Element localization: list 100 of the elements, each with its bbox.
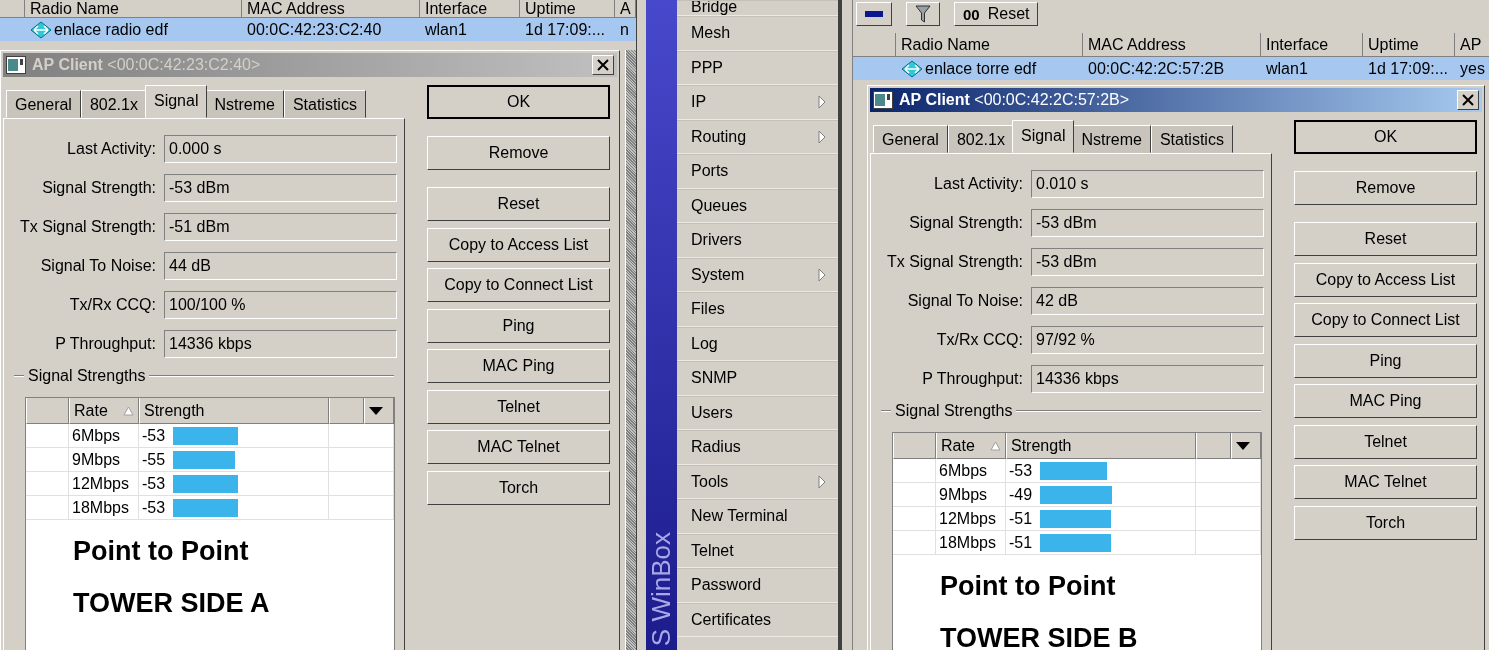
menu-item[interactable]: Log <box>677 326 838 361</box>
field-label: Signal Strength: <box>41 178 156 197</box>
annotation-text: Point to Point <box>940 570 1117 603</box>
tab[interactable]: Signal <box>1011 120 1075 153</box>
column-header[interactable] <box>26 398 69 424</box>
dialog-button[interactable]: MAC Telnet <box>427 430 610 464</box>
menu-item[interactable]: Mesh <box>677 16 838 51</box>
menu-item[interactable]: IP <box>677 85 838 120</box>
dialog-button[interactable]: Telnet <box>1294 424 1477 459</box>
scroll-bar[interactable] <box>625 50 636 650</box>
close-button[interactable] <box>1457 90 1479 110</box>
column-menu-button[interactable] <box>364 398 394 424</box>
value-field: 0.010 s <box>1031 169 1264 198</box>
menu-item[interactable]: Queues <box>677 188 838 223</box>
group-label: Signal Strengths <box>895 402 1013 420</box>
menu-item[interactable]: Telnet <box>677 533 838 568</box>
tab[interactable]: Nstreme <box>205 90 284 118</box>
filter-button[interactable] <box>906 2 940 26</box>
table-cell: -49 <box>1009 485 1033 504</box>
dialog-button[interactable]: MAC Telnet <box>1294 465 1477 499</box>
tab[interactable]: 802.1x <box>80 90 147 118</box>
menu-item[interactable]: Bridge <box>677 0 838 16</box>
column-header[interactable] <box>893 433 936 459</box>
menu-item[interactable]: System <box>677 257 838 292</box>
table-cell: 9Mbps <box>72 450 121 469</box>
menu-item[interactable]: Ports <box>677 154 838 189</box>
table-cell: -51 <box>1009 509 1033 528</box>
dialog-button[interactable]: Ping <box>1294 343 1477 378</box>
menu-item[interactable]: Routing <box>677 119 838 154</box>
dialog-button[interactable]: Reset <box>427 187 610 221</box>
dialog-button[interactable]: MAC Ping <box>1294 384 1477 418</box>
table-row[interactable]: enlace torre edf 00:0C:42:2C:57:2B wlan1 1d 17:09:... yes <box>853 57 1489 80</box>
dialog-button[interactable]: OK <box>427 85 610 119</box>
value-field: 100/100 % <box>164 290 397 319</box>
dialog-button[interactable]: Remove <box>427 136 610 170</box>
table-cell: 18Mbps <box>939 533 996 552</box>
dialog-button[interactable]: Copy to Connect List <box>427 268 610 302</box>
column-header[interactable]: Strength <box>139 398 329 424</box>
submenu-arrow-icon <box>818 129 826 144</box>
dialog-button[interactable]: Telnet <box>427 389 610 424</box>
table-cell-text: n <box>620 20 629 40</box>
tab[interactable]: Statistics <box>283 90 366 118</box>
tab[interactable]: 802.1x <box>947 125 1014 153</box>
splitter-bar[interactable] <box>840 0 853 650</box>
dialog-button[interactable]: Copy to Access List <box>1294 262 1477 297</box>
value-field: -53 dBm <box>164 173 397 202</box>
field-label: Tx Signal Strength: <box>885 252 1023 271</box>
field-label: Tx Signal Strength: <box>18 217 156 236</box>
menu-item[interactable]: Radius <box>677 430 838 465</box>
dialog-button[interactable]: Reset <box>1294 222 1477 256</box>
column-header[interactable]: Rate <box>69 398 139 424</box>
table-cell-text: enlace radio edf <box>54 20 168 40</box>
column-header[interactable]: Rate <box>936 433 1006 459</box>
menu-item[interactable]: Drivers <box>677 223 838 258</box>
menu-item[interactable]: Users <box>677 395 838 430</box>
column-header[interactable]: Strength <box>1006 433 1196 459</box>
menu-item[interactable]: Password <box>677 568 838 603</box>
value-field: 44 dB <box>164 251 397 280</box>
menu-item[interactable]: Tools <box>677 464 838 499</box>
link-arrows-icon <box>30 20 52 39</box>
dialog-button[interactable]: Copy to Connect List <box>1294 303 1477 337</box>
menu-item[interactable]: Certificates <box>677 602 838 637</box>
column-header[interactable] <box>329 398 364 424</box>
value-field: -51 dBm <box>164 212 397 241</box>
link-arrows-icon <box>901 59 923 78</box>
menu-item[interactable]: New Terminal <box>677 499 838 534</box>
table-cell: -51 <box>1009 533 1033 552</box>
tab[interactable]: General <box>6 90 81 118</box>
field-label: Last Activity: <box>66 139 156 158</box>
tab[interactable]: Signal <box>144 85 208 118</box>
close-button[interactable] <box>592 55 614 75</box>
table-cell: -53 <box>142 498 166 517</box>
field-label: Signal Strength: <box>908 213 1023 232</box>
column-header[interactable] <box>1196 433 1231 459</box>
dialog-button[interactable]: Torch <box>1294 505 1477 540</box>
table-cell: -53 <box>1009 461 1033 480</box>
tab[interactable]: General <box>873 125 948 153</box>
reset-button[interactable]: 00 Reset <box>954 2 1039 26</box>
dialog-button[interactable]: OK <box>1294 120 1477 154</box>
counter-mark: 00 <box>963 5 980 23</box>
window-title: AP Client <00:0C:42:2C:57:2B> <box>899 91 1131 109</box>
dialog-button[interactable]: Copy to Access List <box>427 227 610 262</box>
title-bar[interactable]: AP Client <00:0C:42:2C:57:2B> <box>870 88 1482 112</box>
dialog-button[interactable]: Remove <box>1294 171 1477 205</box>
dialog-button[interactable]: Ping <box>427 308 610 343</box>
menu-item[interactable]: PPP <box>677 50 838 85</box>
submenu-arrow-icon <box>818 95 826 110</box>
value-field: 14336 kbps <box>1031 364 1264 393</box>
column-menu-button[interactable] <box>1231 433 1261 459</box>
window-icon <box>873 91 893 109</box>
remove-button[interactable] <box>856 2 892 26</box>
table-row[interactable]: enlace radio edf 00:0C:42:23:C2:40 wlan1 1d 17:09:... n <box>0 18 636 41</box>
table-cell-text: wlan1 <box>425 20 467 40</box>
menu-item[interactable]: SNMP <box>677 361 838 396</box>
tab[interactable]: Statistics <box>1150 125 1233 153</box>
dialog-button[interactable]: MAC Ping <box>427 349 610 383</box>
field-label: Signal To Noise: <box>39 256 156 275</box>
dialog-button[interactable]: Torch <box>427 470 610 505</box>
menu-item[interactable]: Files <box>677 292 838 327</box>
tab[interactable]: Nstreme <box>1072 125 1151 153</box>
